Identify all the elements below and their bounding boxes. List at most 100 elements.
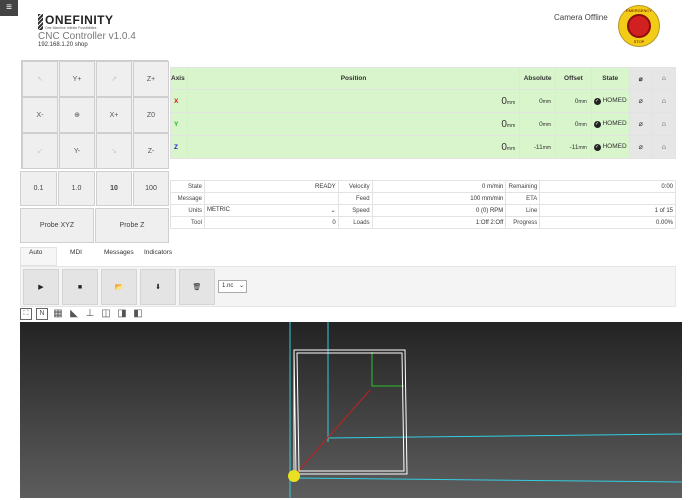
units-select[interactable]: METRIC ⌄ [203, 204, 339, 217]
estop-top-text: EMERGENCY [626, 8, 652, 13]
tool-position-marker [288, 470, 300, 482]
axis-row-x: X 0mm 0mm 0mm ✓ HOMED ⌀ ⌂ [170, 89, 677, 113]
north-view-icon[interactable]: N [36, 308, 48, 320]
line-value: 1 of 15 [539, 204, 676, 217]
logo-text: ONEFINITY [45, 13, 114, 27]
probe-xyz-button[interactable]: Probe XYZ [20, 208, 94, 243]
grid-line [327, 433, 683, 439]
loads-label: Loads [337, 216, 373, 229]
check-icon: ✓ [593, 121, 601, 128]
jog-down-left-button[interactable]: ↙ [22, 133, 58, 169]
position-value: 0mm [186, 135, 521, 159]
front-view-icon[interactable]: ◨ [116, 308, 128, 320]
position-value: 0mm [186, 89, 521, 113]
jog-z0-button[interactable]: Z0 [133, 97, 169, 133]
progress-value: 0.00% [539, 216, 676, 229]
axis-state: ✓ HOMED [590, 135, 630, 159]
estop-icon [627, 14, 651, 38]
machine-ip: 192.168.1.20 shop [38, 42, 88, 48]
tab-mdi[interactable]: MDI [57, 247, 95, 266]
home-axis-button[interactable]: ⌂ [651, 89, 677, 113]
step-1-button[interactable]: 1.0 [58, 171, 95, 206]
message-value [203, 192, 339, 205]
position-header: Position [186, 67, 521, 90]
toolpath-viewport[interactable] [20, 322, 683, 498]
axis-state: ✓ HOMED [590, 89, 630, 113]
jog-y-minus-button[interactable]: Y- [59, 133, 95, 169]
jog-up-right-button[interactable]: ↗ [96, 61, 132, 97]
tool-icon[interactable]: ⊥ [84, 308, 96, 320]
logo-icon [38, 14, 43, 30]
home-all-button[interactable]: ⌂ [651, 67, 677, 90]
tool-value: 0 [203, 216, 339, 229]
top-view-icon[interactable]: ◧ [132, 308, 144, 320]
loads-value: 1:Off 2:Off [371, 216, 507, 229]
tab-auto[interactable]: Auto [20, 247, 57, 266]
zero-axis-button[interactable]: ⌀ [628, 89, 653, 113]
emergency-stop-button[interactable]: EMERGENCY STOP [618, 5, 660, 47]
speed-value: 0 (0) RPM [371, 204, 507, 217]
fit-view-icon[interactable]: ⛶ [20, 308, 32, 320]
jog-center-button[interactable]: ⊕ [59, 97, 95, 133]
jog-z-plus-button[interactable]: Z+ [133, 61, 169, 97]
line-label: Line [505, 204, 541, 217]
auto-panel: ▶ ■ 📂 ⬇ 🗑 1.nc ⌄ [20, 266, 676, 307]
axis-letter: Y [170, 112, 188, 136]
tab-bar: Auto MDI Messages Indicators [20, 247, 179, 266]
download-button[interactable]: ⬇ [140, 269, 176, 305]
velocity-label: Velocity [337, 180, 373, 193]
stop-button[interactable]: ■ [62, 269, 98, 305]
absolute-value: -11mm [519, 135, 557, 159]
jog-down-right-button[interactable]: ↘ [96, 133, 132, 169]
eta-value [539, 192, 676, 205]
offset-value: -11mm [555, 135, 592, 159]
open-folder-button[interactable]: 📂 [101, 269, 137, 305]
grid-icon[interactable]: ▦ [52, 308, 64, 320]
play-button[interactable]: ▶ [23, 269, 59, 305]
zero-axis-button[interactable]: ⌀ [628, 135, 653, 159]
zero-axis-button[interactable]: ⌀ [628, 112, 653, 136]
camera-status: Camera Offline [554, 13, 608, 22]
play-icon: ▶ [38, 284, 44, 291]
jog-y-plus-button[interactable]: Y+ [59, 61, 95, 97]
remaining-value: 0:00 [539, 180, 676, 193]
axis-letter: Z [170, 135, 188, 159]
axes-icon[interactable]: ◣ [68, 308, 80, 320]
units-label: Units [170, 204, 205, 217]
file-select[interactable]: 1.nc ⌄ [218, 280, 247, 293]
jog-x-minus-button[interactable]: X- [22, 97, 58, 133]
y-axis-line [371, 352, 404, 387]
state-header: State [590, 67, 630, 90]
menu-icon[interactable]: ≡ [0, 0, 18, 16]
remaining-label: Remaining [505, 180, 541, 193]
check-icon: ✓ [593, 98, 601, 105]
check-icon: ✓ [593, 144, 601, 151]
delete-button[interactable]: 🗑 [179, 269, 215, 305]
zero-all-button[interactable]: ⌀ [628, 67, 653, 90]
step-100-button[interactable]: 100 [133, 171, 169, 206]
jog-z-minus-button[interactable]: Z- [133, 133, 169, 169]
step-10-button[interactable]: 10 [96, 171, 132, 206]
jog-pad: ↖ Y+ ↗ Z+ X- ⊕ X+ Z0 ↙ Y- ↘ Z- [21, 60, 169, 169]
axis-row-y: Y 0mm 0mm 0mm ✓ HOMED ⌀ ⌂ [170, 112, 677, 136]
stop-icon: ■ [77, 283, 83, 291]
tab-messages[interactable]: Messages [95, 247, 135, 266]
home-axis-button[interactable]: ⌂ [651, 135, 677, 159]
jog-up-left-button[interactable]: ↖ [22, 61, 58, 97]
absolute-value: 0mm [519, 112, 557, 136]
tab-indicators[interactable]: Indicators [135, 247, 179, 266]
app-title: CNC Controller v1.0.4 [38, 31, 136, 42]
jog-x-plus-button[interactable]: X+ [96, 97, 132, 133]
probe-z-button[interactable]: Probe Z [95, 208, 169, 243]
axis-header: Axis [170, 67, 188, 90]
home-axis-button[interactable]: ⌂ [651, 112, 677, 136]
isometric-view-icon[interactable]: ◫ [100, 308, 112, 320]
step-0-1-button[interactable]: 0.1 [20, 171, 57, 206]
trash-icon: 🗑 [192, 284, 202, 291]
logo-tagline: One Machine Infinite Possibilities [45, 26, 97, 30]
axes-table: Axis Position Absolute Offset State ⌀ ⌂ … [170, 67, 677, 159]
axis-letter: X [170, 89, 188, 113]
chevron-down-icon: ⌄ [330, 208, 336, 214]
speed-label: Speed [337, 204, 373, 217]
tool-label: Tool [170, 216, 205, 229]
